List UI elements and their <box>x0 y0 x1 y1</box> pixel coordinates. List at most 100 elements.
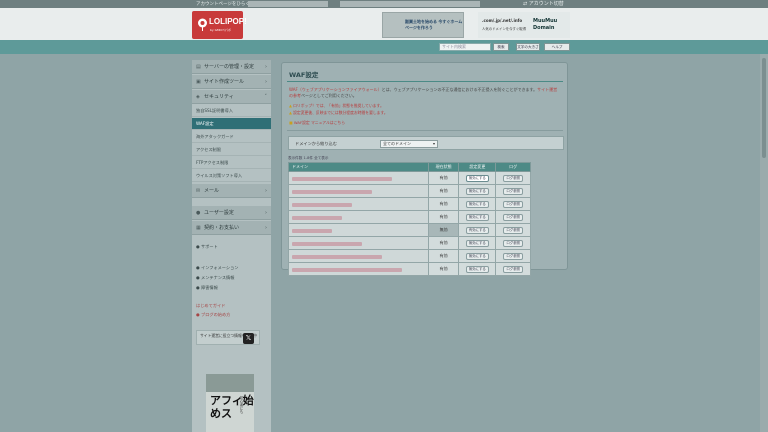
chevron-down-icon: ▾ <box>432 141 435 146</box>
site-search-input[interactable]: サイト内検索 <box>439 43 491 51</box>
log-cell: ログ参照 <box>495 197 531 211</box>
sidebar-item-security[interactable]: ◈ セキュリティ ˅ <box>192 90 271 104</box>
status-cell: 有効 <box>427 171 460 185</box>
manual-link-label: WAF設定 マニュアルはこちら <box>293 120 345 125</box>
chevron-right-icon: › <box>265 225 267 231</box>
chevron-right-icon: › <box>265 210 267 216</box>
redacted-domain <box>292 176 392 181</box>
redacted-domain <box>292 215 342 220</box>
log-cell: ログ参照 <box>495 210 531 224</box>
waf-panel: WAF設定 WAF（ウェブアプリケーションファイアウォール）とは、ウェブアプリケ… <box>281 62 568 276</box>
warning-icon: ▲ <box>289 103 292 108</box>
status-cell: 有効 <box>427 262 460 276</box>
affiliate-ad[interactable]: アフィ始めス 初心者にも <box>206 374 254 432</box>
domain-cell-redacted <box>288 249 429 263</box>
sidebar-subitem-ftp-limit[interactable]: FTPアクセス制限 <box>192 157 271 169</box>
title-divider <box>287 81 563 82</box>
font-size-button[interactable]: 文字の大きさ <box>516 43 540 51</box>
sidebar-subitem-attack-guard[interactable]: 海外アタックガード <box>192 131 271 143</box>
log-cell: ログ参照 <box>495 171 531 185</box>
status-cell: 有効 <box>427 197 460 211</box>
sidebar-subitem-antivirus[interactable]: ウイルス対策ソフト導入 <box>192 170 271 182</box>
change-cell: 無効にする <box>458 236 497 250</box>
status-cell: 有効 <box>427 210 460 224</box>
sidebar-subitem-waf[interactable]: WAF設定 <box>192 118 271 130</box>
manual-link[interactable]: ■ WAF設定 マニュアルはこちら <box>289 120 345 126</box>
chevron-right-icon: › <box>265 79 267 85</box>
col-domain: ドメイン <box>288 162 429 172</box>
intro-waf-link[interactable]: WAF（ウェブアプリケーションファイアウォール） <box>289 87 382 92</box>
toggle-waf-button[interactable]: 無効にする <box>465 200 489 208</box>
view-log-button[interactable]: ログ参照 <box>503 174 523 182</box>
table-row: 有効 無効にする ログ参照 <box>288 171 531 185</box>
status-cell: 有効 <box>427 184 460 198</box>
sidebar-item-label: サーバーの管理・設定 <box>204 64 254 70</box>
view-log-button[interactable]: ログ参照 <box>503 200 523 208</box>
change-cell: 有効にする <box>458 223 497 237</box>
domain-cell-redacted <box>288 223 429 237</box>
view-log-button[interactable]: ログ参照 <box>503 265 523 273</box>
sidebar-item-label: メール <box>204 188 220 194</box>
sidebar: ▤ サーバーの管理・設定 › ▣ サイト作成ツール › ◈ セキュリティ ˅ 独… <box>192 60 271 432</box>
redacted-domain <box>292 189 372 194</box>
col-log: ログ <box>495 162 531 172</box>
sidebar-item-billing[interactable]: ▦ 契約・お支払い › <box>192 221 271 235</box>
sidebar-item-label: 契約・お支払い <box>204 225 240 231</box>
filter-label: ドメインから絞り込む <box>295 141 337 146</box>
account-switch-link[interactable]: ⇄ アカウント切替 <box>523 0 564 7</box>
sidebar-link-info[interactable]: ● インフォメーション <box>196 265 238 271</box>
view-log-button[interactable]: ログ参照 <box>503 213 523 221</box>
sidebar-item-label: サイト作成ツール <box>204 79 245 85</box>
table-row: 有効 無効にする ログ参照 <box>288 197 531 211</box>
view-log-button[interactable]: ログ参照 <box>503 226 523 234</box>
toggle-waf-button[interactable]: 無効にする <box>465 252 489 260</box>
account-page-link[interactable]: アカウントページをひらく <box>196 1 250 7</box>
change-cell: 無効にする <box>458 197 497 211</box>
x-follow-box[interactable]: サイト運営に役立つ情報を発信中 𝕏 <box>196 330 260 345</box>
view-log-button[interactable]: ログ参照 <box>503 187 523 195</box>
help-button[interactable]: ヘルプ <box>544 43 570 51</box>
sidebar-item-tools[interactable]: ▣ サイト作成ツール › <box>192 75 271 89</box>
page-scrollbar[interactable] <box>760 54 768 432</box>
sidebar-link-failure[interactable]: ● 障害情報 <box>196 285 218 291</box>
toggle-waf-button[interactable]: 無効にする <box>465 213 489 221</box>
sidebar-link-blog[interactable]: ● ブログの始め方 <box>196 312 230 318</box>
toggle-waf-button[interactable]: 無効にする <box>465 265 489 273</box>
search-button[interactable]: 検索 <box>493 43 509 51</box>
domain-cell-redacted <box>288 197 429 211</box>
link-label: インフォメーション <box>201 265 239 270</box>
toggle-waf-button[interactable]: 無効にする <box>465 187 489 195</box>
toggle-waf-button[interactable]: 有効にする <box>465 226 489 234</box>
intro-suffix: ページとしてご利用ください。 <box>301 92 357 98</box>
sidebar-item-server[interactable]: ▤ サーバーの管理・設定 › <box>192 60 271 74</box>
scrollbar-thumb[interactable] <box>762 58 766 158</box>
link-label: 障害情報 <box>201 285 218 290</box>
view-log-button[interactable]: ログ参照 <box>503 239 523 247</box>
account-switch-label: アカウント切替 <box>528 1 564 7</box>
sidebar-link-support[interactable]: ● サポート <box>196 244 218 250</box>
view-log-button[interactable]: ログ参照 <box>503 252 523 260</box>
sidebar-subitem-ssl[interactable]: 独自SSL証明書導入 <box>192 105 271 117</box>
toggle-waf-button[interactable]: 無効にする <box>465 239 489 247</box>
sidebar-subitem-access-limit[interactable]: アクセス制限 <box>192 144 271 156</box>
domain-filter-select[interactable]: 全てのドメイン ▾ <box>380 140 438 148</box>
log-cell: ログ参照 <box>495 236 531 250</box>
promo-banner[interactable]: 副業土地を始める 今すぐホームページを作ろう <box>382 12 464 38</box>
sidebar-item-mail[interactable]: ✉ メール › <box>192 184 271 198</box>
muumuu-domain-banner[interactable]: .com/.jp/.net/.info 人気のドメインを今すぐ取得 MuuMuu… <box>478 12 570 38</box>
warning-icon: ▲ <box>289 110 292 115</box>
sidebar-link-guide[interactable]: はじめてガイド <box>196 303 225 309</box>
link-label: メンテナンス情報 <box>201 275 235 280</box>
book-icon: ■ <box>289 120 293 125</box>
change-cell: 無効にする <box>458 171 497 185</box>
note-text: ロリポップ！では、「有効」状態を推奨しています。 <box>293 103 384 108</box>
sidebar-link-maintenance[interactable]: ● メンテナンス情報 <box>196 275 234 281</box>
toggle-waf-button[interactable]: 無効にする <box>465 174 489 182</box>
lolipop-logo[interactable]: LOLIPOP! by GMOペパボ <box>192 11 247 39</box>
waf-domain-table: ドメイン 現在状態 設定変更 ログ 有効 無効にする ログ参照 有効 無効にする… <box>288 162 531 276</box>
link-label: サポート <box>201 244 218 249</box>
lollipop-icon <box>198 18 207 31</box>
sidebar-item-user[interactable]: ● ユーザー設定 › <box>192 206 271 220</box>
domain-cell-redacted <box>288 236 429 250</box>
filter-select-value: 全てのドメイン <box>383 141 411 146</box>
